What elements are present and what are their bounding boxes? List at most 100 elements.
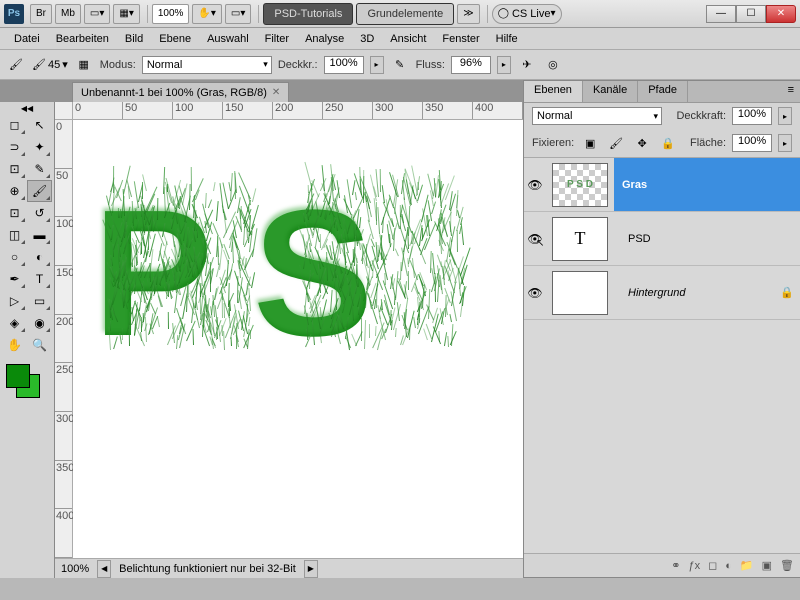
pressure-opacity-icon[interactable]: ✎ [390, 55, 410, 75]
pen-tool[interactable]: ✒ [2, 268, 27, 290]
type-tool[interactable]: T [27, 268, 52, 290]
menu-datei[interactable]: Datei [6, 31, 48, 47]
menu-hilfe[interactable]: Hilfe [488, 31, 526, 47]
3d-camera-tool[interactable]: ◉ [27, 312, 52, 334]
canvas[interactable]: PS [73, 120, 523, 558]
layer-fill-flyout[interactable]: ▸ [778, 134, 792, 152]
minimize-button[interactable]: — [706, 5, 736, 23]
opacity-flyout[interactable]: ▸ [370, 56, 384, 74]
bridge-button[interactable]: Br [30, 4, 52, 24]
heal-tool[interactable]: ⊕ [2, 180, 27, 202]
menu-bild[interactable]: Bild [117, 31, 151, 47]
layer-hintergrund[interactable]: 👁 Hintergrund 🔒 [524, 266, 800, 320]
flow-flyout[interactable]: ▸ [497, 56, 511, 74]
menu-bearbeiten[interactable]: Bearbeiten [48, 31, 117, 47]
brush-panel-icon[interactable]: ▦ [74, 55, 94, 75]
deckkraft-label: Deckkr.: [278, 59, 318, 71]
lasso-tool[interactable]: ⊃ [2, 136, 27, 158]
lock-all-icon[interactable]: 🔒 [658, 133, 678, 153]
menu-3d[interactable]: 3D [352, 31, 382, 47]
shape-tool[interactable]: ▭ [27, 290, 52, 312]
zoom-level[interactable]: 100% [152, 4, 190, 24]
layer-psd[interactable]: 👁↖ T PSD [524, 212, 800, 266]
blur-tool[interactable]: ○ [2, 246, 27, 268]
path-select-tool[interactable]: ▷ [2, 290, 27, 312]
close-button[interactable]: ✕ [766, 5, 796, 23]
dodge-tool[interactable]: ◐ [27, 246, 52, 268]
delete-layer-icon[interactable]: 🗑 [780, 559, 794, 572]
marquee-tool[interactable]: ◻ [2, 114, 27, 136]
layer-fill[interactable]: 100% [732, 134, 772, 152]
foreground-color[interactable] [6, 364, 30, 388]
minibridge-button[interactable]: Mb [55, 4, 81, 24]
toolbox-collapse[interactable]: ◀◀ [2, 104, 52, 114]
screen-mode-button[interactable]: ▭▾ [84, 4, 110, 24]
arrange-button[interactable]: ▭▾ [225, 4, 251, 24]
menu-analyse[interactable]: Analyse [297, 31, 352, 47]
wand-tool[interactable]: ✦ [27, 136, 52, 158]
layer-name[interactable]: Hintergrund [614, 287, 780, 299]
pressure-size-icon[interactable]: ◎ [543, 55, 563, 75]
cslive-button[interactable]: ◯ CS Live ▾ [492, 4, 562, 24]
brush-tool[interactable]: 🖌 [27, 180, 52, 202]
menu-fenster[interactable]: Fenster [434, 31, 487, 47]
mask-icon[interactable]: ◻ [708, 559, 717, 572]
menu-auswahl[interactable]: Auswahl [199, 31, 257, 47]
flow-input[interactable]: 96% [451, 56, 491, 74]
blend-mode-select[interactable]: Normal [142, 56, 272, 74]
opacity-input[interactable]: 100% [324, 56, 364, 74]
workspace-grundelemente[interactable]: Grundelemente [356, 3, 454, 25]
brush-preset[interactable]: 🖌45▾ [32, 58, 68, 71]
new-layer-icon[interactable]: ▣ [762, 559, 772, 572]
fx-icon[interactable]: ƒx [689, 560, 701, 572]
status-prev[interactable]: ◀ [97, 560, 111, 578]
airbrush-icon[interactable]: ✈ [517, 55, 537, 75]
hand-tool[interactable]: ✋ [2, 334, 27, 356]
status-next[interactable]: ▶ [304, 560, 318, 578]
layer-name[interactable]: Gras [614, 158, 800, 211]
lock-transparent-icon[interactable]: ▣ [580, 133, 600, 153]
tab-kanaele[interactable]: Kanäle [583, 81, 638, 102]
maximize-button[interactable]: ☐ [736, 5, 766, 23]
menu-ebene[interactable]: Ebene [151, 31, 199, 47]
visibility-toggle[interactable]: 👁 [524, 178, 546, 192]
gradient-tool[interactable]: ▬ [27, 224, 52, 246]
panel-menu-icon[interactable]: ≡ [782, 81, 800, 102]
eyedropper-tool[interactable]: ✎ [27, 158, 52, 180]
status-zoom[interactable]: 100% [61, 563, 89, 575]
layer-thumbnail[interactable]: P S D [552, 163, 608, 207]
adjustment-icon[interactable]: ◐ [725, 560, 732, 572]
layer-gras[interactable]: 👁 P S D Gras [524, 158, 800, 212]
layer-name[interactable]: PSD [614, 233, 800, 245]
link-layers-icon[interactable]: ⚭ [671, 559, 680, 572]
layer-blend-mode[interactable]: Normal [532, 107, 662, 125]
visibility-toggle[interactable]: 👁 [524, 286, 546, 300]
workspace-more[interactable]: ≫ [457, 4, 479, 24]
lock-move-icon[interactable]: ✥ [632, 133, 652, 153]
tab-ebenen[interactable]: Ebenen [524, 81, 583, 102]
color-swatches[interactable] [2, 360, 46, 400]
history-brush-tool[interactable]: ↺ [27, 202, 52, 224]
layer-thumbnail[interactable] [552, 271, 608, 315]
stamp-tool[interactable]: ⊡ [2, 202, 27, 224]
menu-ansicht[interactable]: Ansicht [382, 31, 434, 47]
workspace-psdtutorials[interactable]: PSD-Tutorials [263, 3, 353, 25]
layer-opacity[interactable]: 100% [732, 107, 772, 125]
3d-tool[interactable]: ◈ [2, 312, 27, 334]
eraser-tool[interactable]: ◫ [2, 224, 27, 246]
visibility-toggle[interactable]: 👁↖ [524, 232, 546, 246]
move-tool[interactable]: ↖ [27, 114, 52, 136]
group-icon[interactable]: 📁 [740, 559, 754, 572]
zoom-tool[interactable]: 🔍 [27, 334, 52, 356]
layer-opacity-flyout[interactable]: ▸ [778, 107, 792, 125]
lock-paint-icon[interactable]: 🖌 [606, 133, 626, 153]
hand-shortcut[interactable]: ✋▾ [192, 4, 221, 24]
crop-tool[interactable]: ⊡ [2, 158, 27, 180]
menu-filter[interactable]: Filter [257, 31, 297, 47]
document-tab[interactable]: Unbenannt-1 bei 100% (Gras, RGB/8) ✕ [72, 82, 289, 102]
tab-pfade[interactable]: Pfade [638, 81, 688, 102]
layer-thumbnail[interactable]: T [552, 217, 608, 261]
extras-button[interactable]: ▦▾ [113, 4, 139, 24]
close-tab-icon[interactable]: ✕ [272, 87, 280, 98]
ruler-horizontal: 050100150200250300350400 [55, 102, 523, 120]
